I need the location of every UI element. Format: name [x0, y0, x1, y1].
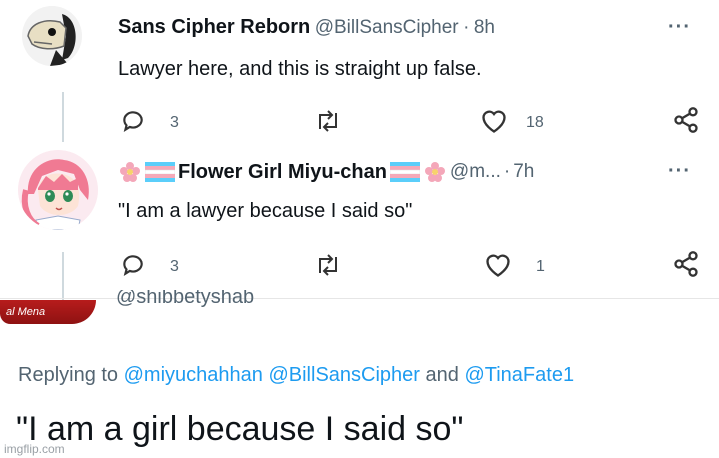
trans-flag-icon — [389, 162, 420, 182]
reply-icon[interactable] — [120, 252, 146, 278]
reply-icon[interactable] — [120, 108, 146, 134]
tweet1-header: Sans Cipher Reborn @BillSansCipher · 8h — [118, 16, 495, 39]
replying-prefix: Replying to — [18, 364, 119, 386]
watermark: imgflip.com — [4, 442, 65, 456]
share-icon[interactable] — [672, 106, 700, 134]
reply-count: 3 — [170, 258, 179, 275]
trans-flag-icon — [145, 162, 175, 182]
display-name[interactable]: Sans Cipher Reborn — [118, 16, 310, 38]
flower-icon — [423, 160, 447, 184]
tweet2-text: "I am a lawyer because I said so" — [118, 200, 413, 222]
avatar-text: al Mena — [6, 306, 46, 318]
mention-link[interactable]: @BillSansCipher — [268, 364, 419, 386]
thread-line — [62, 252, 64, 300]
like-icon[interactable] — [484, 252, 512, 278]
mention-link[interactable]: @TinaFate1 — [464, 364, 574, 386]
more-options-button[interactable]: ··· — [668, 16, 691, 39]
flower-icon — [118, 160, 142, 184]
avatar-partial[interactable]: al Mena — [0, 300, 96, 324]
more-options-button[interactable]: ··· — [668, 160, 691, 183]
like-icon[interactable] — [480, 108, 508, 134]
tweet1-text: Lawyer here, and this is straight up fal… — [118, 58, 482, 80]
timestamp[interactable]: 8h — [474, 17, 495, 38]
mention-link[interactable]: @miyuchahhan — [124, 364, 263, 386]
and-word: and — [425, 364, 459, 386]
avatar-flower-girl[interactable] — [18, 150, 98, 230]
like-count: 18 — [526, 114, 544, 131]
cropped-divider — [0, 298, 719, 299]
reply-count: 3 — [170, 114, 179, 131]
handle-partial: @shibbetyshab — [116, 290, 255, 308]
like-count: 1 — [536, 258, 545, 275]
retweet-icon[interactable] — [314, 252, 342, 278]
separator: · — [503, 161, 511, 182]
retweet-icon[interactable] — [314, 108, 342, 134]
tweet2-header: Flower Girl Miyu-chan @m... · 7h — [118, 160, 534, 184]
separator: · — [463, 17, 470, 38]
replying-to-line: Replying to @miyuchahhan @BillSansCipher… — [18, 364, 574, 387]
timestamp[interactable]: 7h — [513, 161, 534, 183]
display-name[interactable]: Flower Girl Miyu-chan — [178, 161, 387, 184]
handle[interactable]: @m... — [450, 161, 501, 183]
handle[interactable]: @BillSansCipher — [315, 17, 459, 38]
tweet3-text: "I am a girl because I said so" — [16, 410, 464, 448]
avatar-sans-cipher[interactable] — [22, 6, 82, 66]
share-icon[interactable] — [672, 250, 700, 278]
thread-line — [62, 92, 64, 142]
